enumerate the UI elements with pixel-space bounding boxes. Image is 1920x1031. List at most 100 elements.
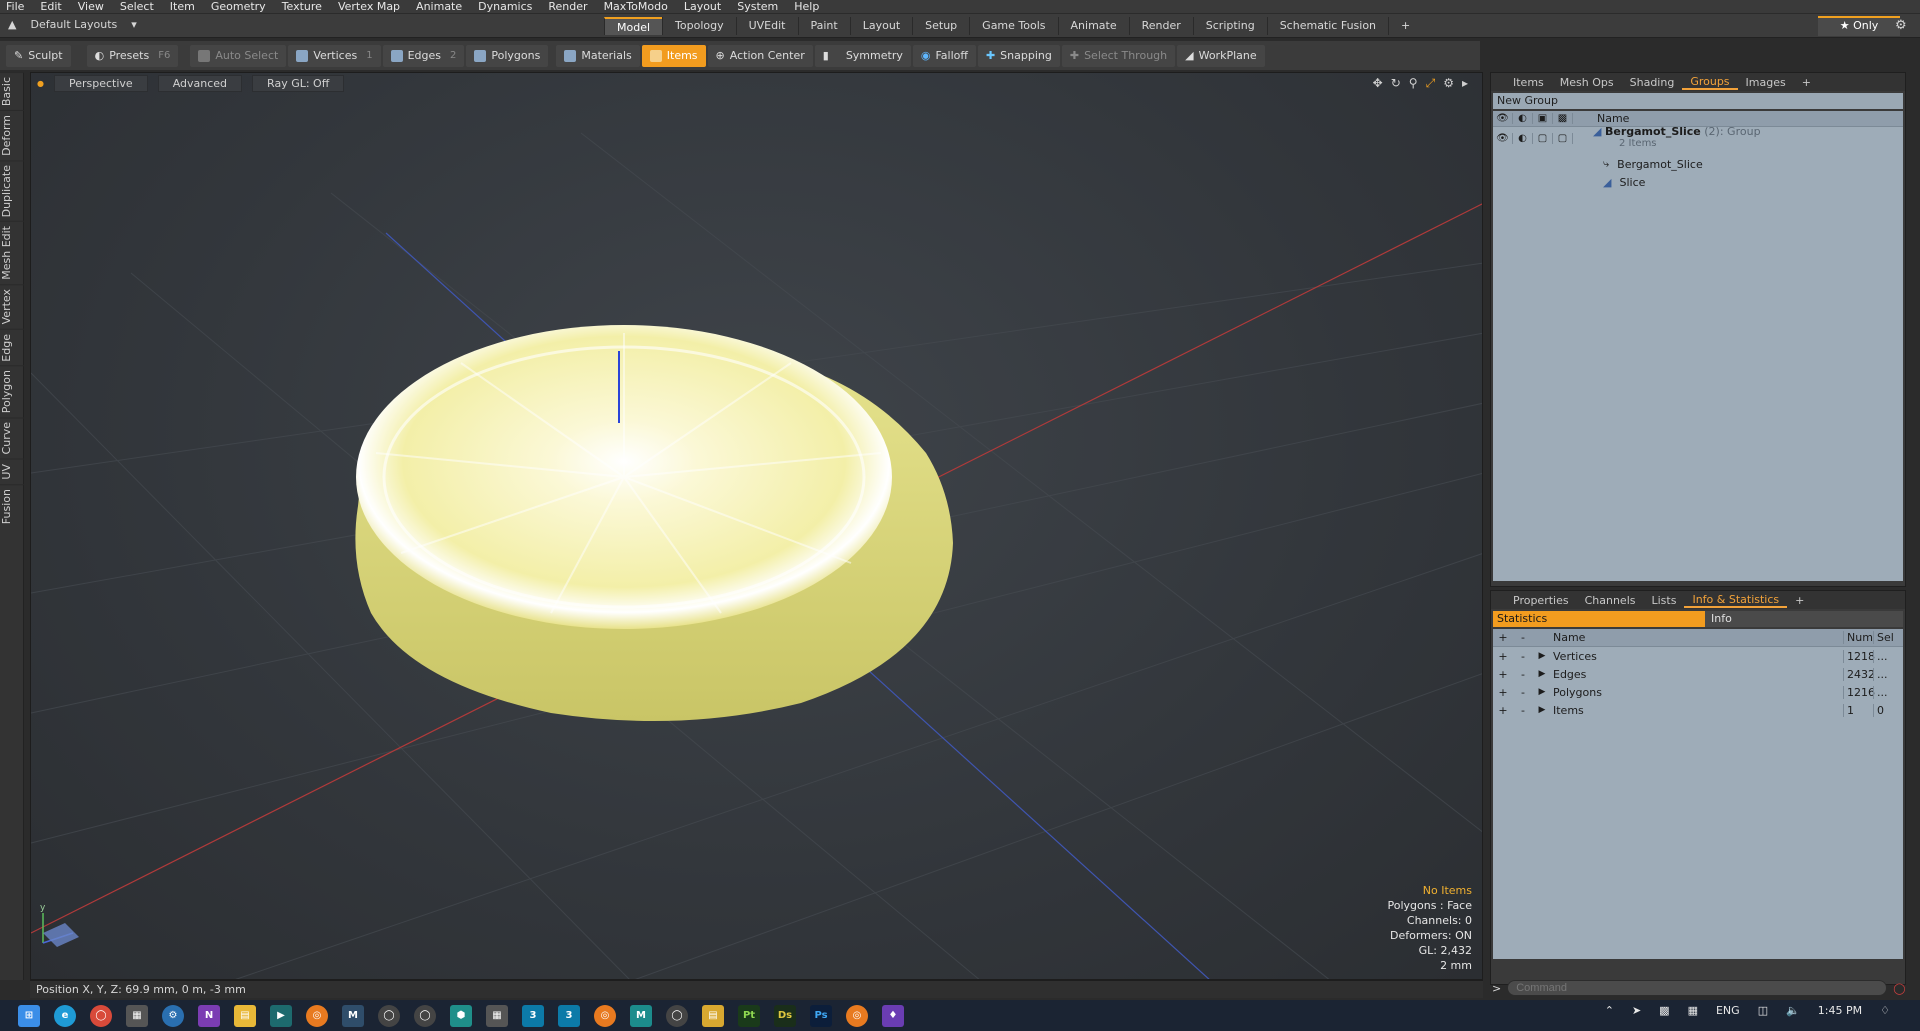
left-tab-uv[interactable]: UV <box>0 458 24 484</box>
menu-item[interactable]: Item <box>170 0 195 13</box>
zoom-view-icon[interactable]: ⚲ <box>1409 76 1418 91</box>
raygl-dropdown[interactable]: Ray GL: Off <box>252 74 345 92</box>
tab-mesh-ops[interactable]: Mesh Ops <box>1552 76 1622 89</box>
visual-studio-icon[interactable]: ♦ <box>882 1004 904 1027</box>
3dsmax-icon[interactable]: 3 <box>522 1004 544 1027</box>
app-icon-d[interactable]: ▦ <box>486 1004 508 1027</box>
expand-arrow-icon[interactable]: ▶ <box>1533 651 1551 661</box>
remove-icon[interactable]: - <box>1513 668 1533 681</box>
tab-game-tools[interactable]: Game Tools <box>969 17 1057 35</box>
menu-view[interactable]: View <box>78 0 104 13</box>
clock[interactable]: 1:45 PM <box>1818 1004 1862 1017</box>
viewport-gear-icon[interactable]: ⚙ <box>1443 76 1454 91</box>
app-icon-c[interactable]: ⬢ <box>450 1004 472 1027</box>
table-row[interactable]: + - ▶ Vertices 1218 ... <box>1493 647 1903 665</box>
tab-topology[interactable]: Topology <box>662 17 736 35</box>
statistics-subtab[interactable]: Statistics <box>1493 611 1705 627</box>
volume-icon[interactable]: 🔈 <box>1786 1004 1800 1017</box>
notification-bell-icon[interactable]: ♢ <box>1880 1004 1890 1017</box>
menu-geometry[interactable]: Geometry <box>211 0 266 13</box>
menu-select[interactable]: Select <box>120 0 154 13</box>
menu-vertex-map[interactable]: Vertex Map <box>338 0 400 13</box>
maximize-icon[interactable]: ⤢ <box>1426 76 1436 91</box>
left-tab-duplicate[interactable]: Duplicate <box>0 160 24 222</box>
app-icon-a[interactable]: ◯ <box>378 1004 400 1027</box>
add-bottom-tab[interactable]: + <box>1787 594 1812 607</box>
tab-schematic-fusion[interactable]: Schematic Fusion <box>1266 17 1388 35</box>
command-input[interactable] <box>1507 980 1888 996</box>
shading-dropdown[interactable]: Advanced <box>157 74 243 92</box>
designer-icon[interactable]: Ds <box>774 1004 796 1027</box>
symmetry-button[interactable]: ▮ Symmetry <box>814 44 911 67</box>
table-row[interactable]: + - ▶ Polygons 1216 ... <box>1493 683 1903 701</box>
visibility-toggle-icon[interactable]: 👁 <box>1493 132 1513 144</box>
add-icon[interactable]: + <box>1493 686 1513 699</box>
maya-icon[interactable]: M <box>630 1004 652 1027</box>
lock-col-icon[interactable]: ▣ <box>1533 113 1553 124</box>
steam-icon[interactable]: ⚙ <box>162 1004 184 1027</box>
left-tab-vertex[interactable]: Vertex <box>0 284 24 329</box>
edges-button[interactable]: Edges 2 <box>382 44 465 67</box>
modo-icon[interactable]: M <box>342 1004 364 1027</box>
wifi-icon[interactable]: ◫ <box>1758 1004 1768 1017</box>
tab-channels[interactable]: Channels <box>1577 594 1644 607</box>
blender-alt-icon[interactable]: ◎ <box>594 1004 616 1027</box>
record-icon[interactable]: ◯ <box>1893 982 1905 995</box>
sculpt-button[interactable]: ✎ Sculpt <box>6 44 71 67</box>
table-row[interactable]: + - ▶ Items 1 0 <box>1493 701 1903 719</box>
left-tab-edge[interactable]: Edge <box>0 328 24 366</box>
calculator-icon[interactable]: ▦ <box>126 1004 148 1027</box>
auto-select-button[interactable]: Auto Select <box>190 44 287 67</box>
onenote-icon[interactable]: N <box>198 1004 220 1027</box>
layout-selector[interactable]: ▲ Default Layouts ▾ <box>8 18 137 31</box>
remove-all-icon[interactable]: - <box>1513 631 1533 644</box>
render-col-icon[interactable]: ◐ <box>1513 113 1533 124</box>
add-all-icon[interactable]: + <box>1493 631 1513 644</box>
tab-items[interactable]: Items <box>1505 76 1552 89</box>
add-icon[interactable]: + <box>1493 650 1513 663</box>
items-button[interactable]: Items <box>641 44 706 67</box>
menu-file[interactable]: File <box>6 0 24 13</box>
chrome-icon[interactable]: ◯ <box>90 1004 112 1027</box>
tab-scripting[interactable]: Scripting <box>1192 17 1267 35</box>
remove-icon[interactable]: - <box>1513 704 1533 717</box>
edge-browser-icon[interactable]: e <box>54 1004 76 1027</box>
visibility-col-icon[interactable]: 👁 <box>1493 113 1513 124</box>
left-tab-basic[interactable]: Basic <box>0 72 24 111</box>
tab-render[interactable]: Render <box>1128 17 1193 35</box>
left-tab-curve[interactable]: Curve <box>0 417 24 459</box>
photoshop-icon[interactable]: Ps <box>810 1004 832 1027</box>
materials-button[interactable]: Materials <box>556 44 640 67</box>
add-tab-button[interactable]: + <box>1388 17 1422 35</box>
menu-maxtomodo[interactable]: MaxToModo <box>604 0 668 13</box>
tab-model[interactable]: Model <box>604 17 663 35</box>
group-child-slice[interactable]: ◢ Slice <box>1493 173 1903 191</box>
view-mode-dropdown[interactable]: Perspective <box>53 74 148 92</box>
gear-icon[interactable]: ⚙ <box>1895 18 1907 33</box>
menu-layout[interactable]: Layout <box>684 0 721 13</box>
menu-render[interactable]: Render <box>548 0 587 13</box>
falloff-button[interactable]: ◉ Falloff <box>912 44 976 67</box>
chevron-up-icon[interactable]: ⌃ <box>1605 1004 1614 1017</box>
info-subtab[interactable]: Info <box>1705 611 1903 627</box>
tab-animate[interactable]: Animate <box>1057 17 1129 35</box>
tab-paint[interactable]: Paint <box>797 17 850 35</box>
render-toggle-icon[interactable]: ◐ <box>1513 132 1533 144</box>
select-toggle-icon[interactable]: ▢ <box>1553 132 1573 144</box>
menu-help[interactable]: Help <box>794 0 819 13</box>
blender-icon[interactable]: ◎ <box>306 1004 328 1027</box>
menu-texture[interactable]: Texture <box>282 0 322 13</box>
select-through-button[interactable]: ✚ Select Through <box>1061 44 1176 67</box>
polygons-button[interactable]: Polygons <box>466 44 549 67</box>
tab-layout[interactable]: Layout <box>849 17 912 35</box>
expand-arrow-icon[interactable]: ▶ <box>1533 687 1551 697</box>
presets-button[interactable]: ◐ Presets F6 <box>86 44 179 67</box>
new-group-button[interactable]: New Group <box>1493 93 1903 109</box>
lock-toggle-icon[interactable]: ▢ <box>1533 132 1553 144</box>
table-row[interactable]: + - ▶ Edges 2432 ... <box>1493 665 1903 683</box>
workplane-button[interactable]: ◢ WorkPlane <box>1177 44 1265 67</box>
blender-third-icon[interactable]: ◎ <box>846 1004 868 1027</box>
menu-edit[interactable]: Edit <box>40 0 61 13</box>
file-explorer-icon[interactable]: ▤ <box>234 1004 256 1027</box>
tab-images[interactable]: Images <box>1738 76 1794 89</box>
